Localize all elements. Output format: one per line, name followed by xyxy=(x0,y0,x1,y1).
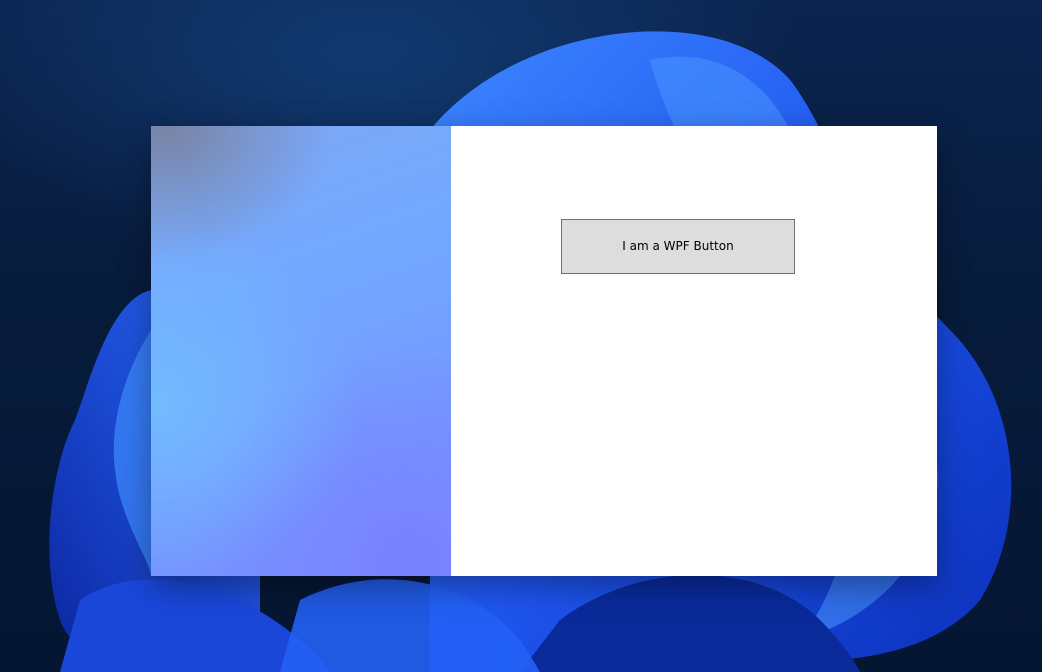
content-area: I am a WPF Button xyxy=(451,126,937,576)
application-window: I am a WPF Button xyxy=(151,126,937,576)
wpf-button[interactable]: I am a WPF Button xyxy=(561,219,795,274)
acrylic-side-panel xyxy=(151,126,451,576)
